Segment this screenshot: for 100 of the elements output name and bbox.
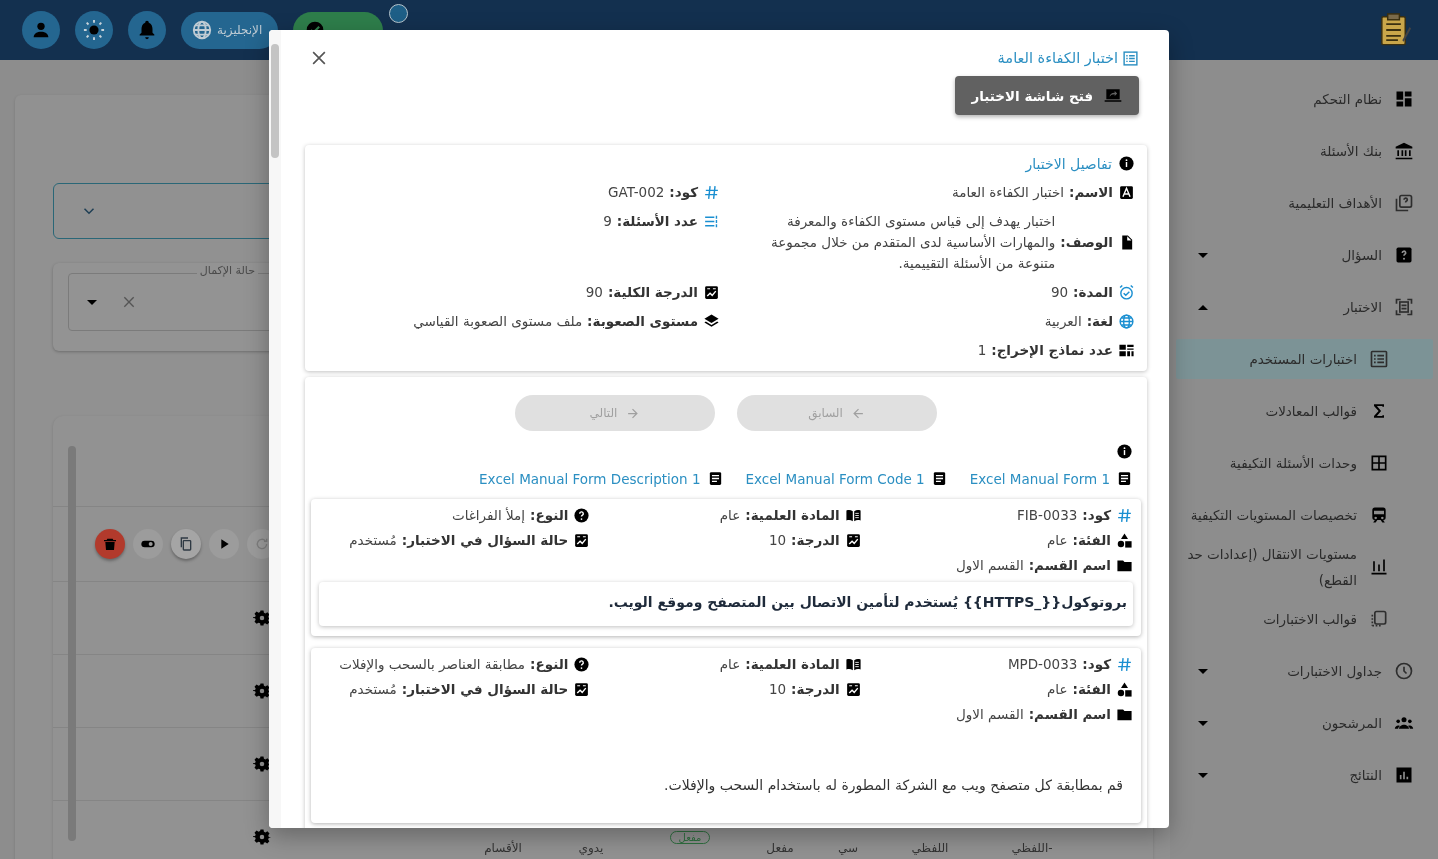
field-value: 10 xyxy=(768,531,787,550)
trash-icon xyxy=(102,536,118,552)
field-label: كود: xyxy=(1082,655,1111,674)
field-value: 90 xyxy=(1050,283,1069,302)
theme-button[interactable] xyxy=(75,11,113,49)
field-value: مطابقة العناصر بالسحب والإفلات xyxy=(339,655,526,675)
help-icon xyxy=(573,656,591,673)
field-value: 10 xyxy=(768,680,787,699)
caret-icon xyxy=(1198,252,1208,258)
sidebar-item[interactable]: الأهداف التعليمية xyxy=(1170,177,1438,229)
graph-icon xyxy=(703,284,720,301)
field-label: المادة العلمية: xyxy=(745,506,840,525)
field-label: الدرجة: xyxy=(791,680,840,699)
field-label: اسم القسم: xyxy=(1028,556,1111,575)
sidebar-item[interactable]: نظام التحكم xyxy=(1170,73,1438,125)
pages-icon xyxy=(1369,609,1389,629)
list-icon xyxy=(1369,349,1389,369)
field-label: الفئة: xyxy=(1072,531,1111,550)
document-frame-icon xyxy=(1394,297,1414,317)
scrollbar[interactable] xyxy=(68,446,76,841)
sidebar-subitem[interactable]: اختبارات المستخدم xyxy=(1176,339,1433,379)
notifications-button[interactable] xyxy=(128,11,166,49)
sidebar-item[interactable]: السؤال xyxy=(1170,229,1438,281)
book-icon xyxy=(844,507,862,524)
field-label: كود: xyxy=(1082,506,1111,525)
field-value: عام xyxy=(1046,531,1068,550)
field-label: الدرجة: xyxy=(791,531,840,550)
sidebar-subitem[interactable]: قوالب الاختبارات xyxy=(1176,593,1433,645)
sidebar-item[interactable]: الاختبار xyxy=(1170,281,1438,333)
sidebar-item[interactable]: النتائج xyxy=(1170,749,1438,801)
settings-icon[interactable] xyxy=(253,828,271,846)
bar-chart-icon xyxy=(1369,557,1389,577)
field-value: 90 xyxy=(585,283,603,302)
section-title: تفاصيل الاختبار xyxy=(1025,155,1112,172)
action-button[interactable] xyxy=(209,529,239,559)
sidebar-subitem[interactable]: تخصيصات المستويات التكيفية xyxy=(1176,489,1433,541)
sidebar-subitem[interactable]: مستويات الانتقال (إعدادات حد القطع) xyxy=(1176,541,1433,593)
field-label: لغة: xyxy=(1086,312,1113,331)
help-icon xyxy=(573,507,591,524)
sidebar-subitem[interactable]: قوالب المعادلات xyxy=(1176,385,1433,437)
shapes-icon xyxy=(1116,532,1133,549)
field-value: اختبار الكفاءة العامة xyxy=(951,183,1065,202)
info-icon xyxy=(1118,155,1135,172)
settings-icon[interactable] xyxy=(253,755,271,773)
letter-icon xyxy=(1118,184,1135,201)
settings-icon[interactable] xyxy=(253,609,271,627)
graph-icon xyxy=(844,681,862,698)
field-value: القسم الاول xyxy=(955,556,1024,576)
open-test-screen-button[interactable]: فتح شاشة الاختبار xyxy=(955,76,1139,115)
dialog-title: اختبار الكفاءة العامة xyxy=(997,49,1139,67)
action-button[interactable] xyxy=(171,529,201,559)
field-value: FIB-0033 xyxy=(1017,506,1078,525)
action-button[interactable] xyxy=(133,529,163,559)
field-label: الدرجة الكلية: xyxy=(607,283,698,302)
field-label: اسم القسم: xyxy=(1028,705,1111,724)
field-label: كود: xyxy=(669,183,698,202)
field-value: العربية xyxy=(1044,312,1082,331)
globe-icon xyxy=(1118,313,1135,330)
graph-icon xyxy=(844,532,862,549)
field-label: عدد الأسئلة: xyxy=(616,212,698,231)
blocks-icon xyxy=(1118,342,1135,359)
field-label: حالة الإكمال xyxy=(196,264,258,277)
form-link[interactable]: Excel Manual Form 1 xyxy=(969,470,1133,487)
sidebar-item[interactable]: المرشحون xyxy=(1170,697,1438,749)
alarm-clock-icon xyxy=(1118,284,1135,301)
sidebar-subitem[interactable]: وحدات الأسئلة التكيفية xyxy=(1176,437,1433,489)
scrollbar[interactable] xyxy=(269,30,281,828)
book-icon xyxy=(844,656,862,673)
caret-icon xyxy=(87,299,97,305)
field-value: مُستخدم xyxy=(349,680,397,699)
form-link[interactable]: Excel Manual Form Code 1 xyxy=(745,470,948,487)
field-label: الوصف: xyxy=(1060,233,1113,252)
list-icon xyxy=(1122,49,1139,67)
sidebar-item[interactable]: جداول الاختبارات xyxy=(1170,645,1438,697)
action-button[interactable] xyxy=(95,529,125,559)
hash-icon xyxy=(703,184,720,201)
notification-dot xyxy=(389,4,408,23)
settings-icon[interactable] xyxy=(253,682,271,700)
field-label: الاسم: xyxy=(1069,183,1113,202)
profile-button[interactable] xyxy=(22,11,60,49)
form-link[interactable]: Excel Manual Form Description 1 xyxy=(479,470,724,487)
sidebar-item[interactable]: بنك الأسئلة xyxy=(1170,125,1438,177)
field-label: حالة السؤال في الاختبار: xyxy=(401,680,569,699)
refresh-icon xyxy=(254,536,270,552)
caret-icon xyxy=(1198,720,1208,726)
graph-icon xyxy=(573,532,591,549)
field-value: 1 xyxy=(977,341,987,360)
language-button[interactable]: الإنجليزية xyxy=(181,11,279,49)
layers-icon xyxy=(703,313,720,330)
field-label: الفئة: xyxy=(1072,680,1111,699)
sun-icon xyxy=(83,19,105,41)
hash-icon xyxy=(1116,507,1133,524)
field-label: مستوى الصعوبة: xyxy=(587,312,698,331)
table-cell-text: سي xyxy=(836,841,860,855)
dashboard-icon xyxy=(1394,89,1414,109)
table-cell-text: يدوي xyxy=(577,841,605,855)
copy-icon xyxy=(178,536,194,552)
table-cell-text: الأقسام xyxy=(483,841,523,855)
field-value: إملأ الفراغات xyxy=(451,506,526,526)
grid-icon xyxy=(1369,453,1389,473)
